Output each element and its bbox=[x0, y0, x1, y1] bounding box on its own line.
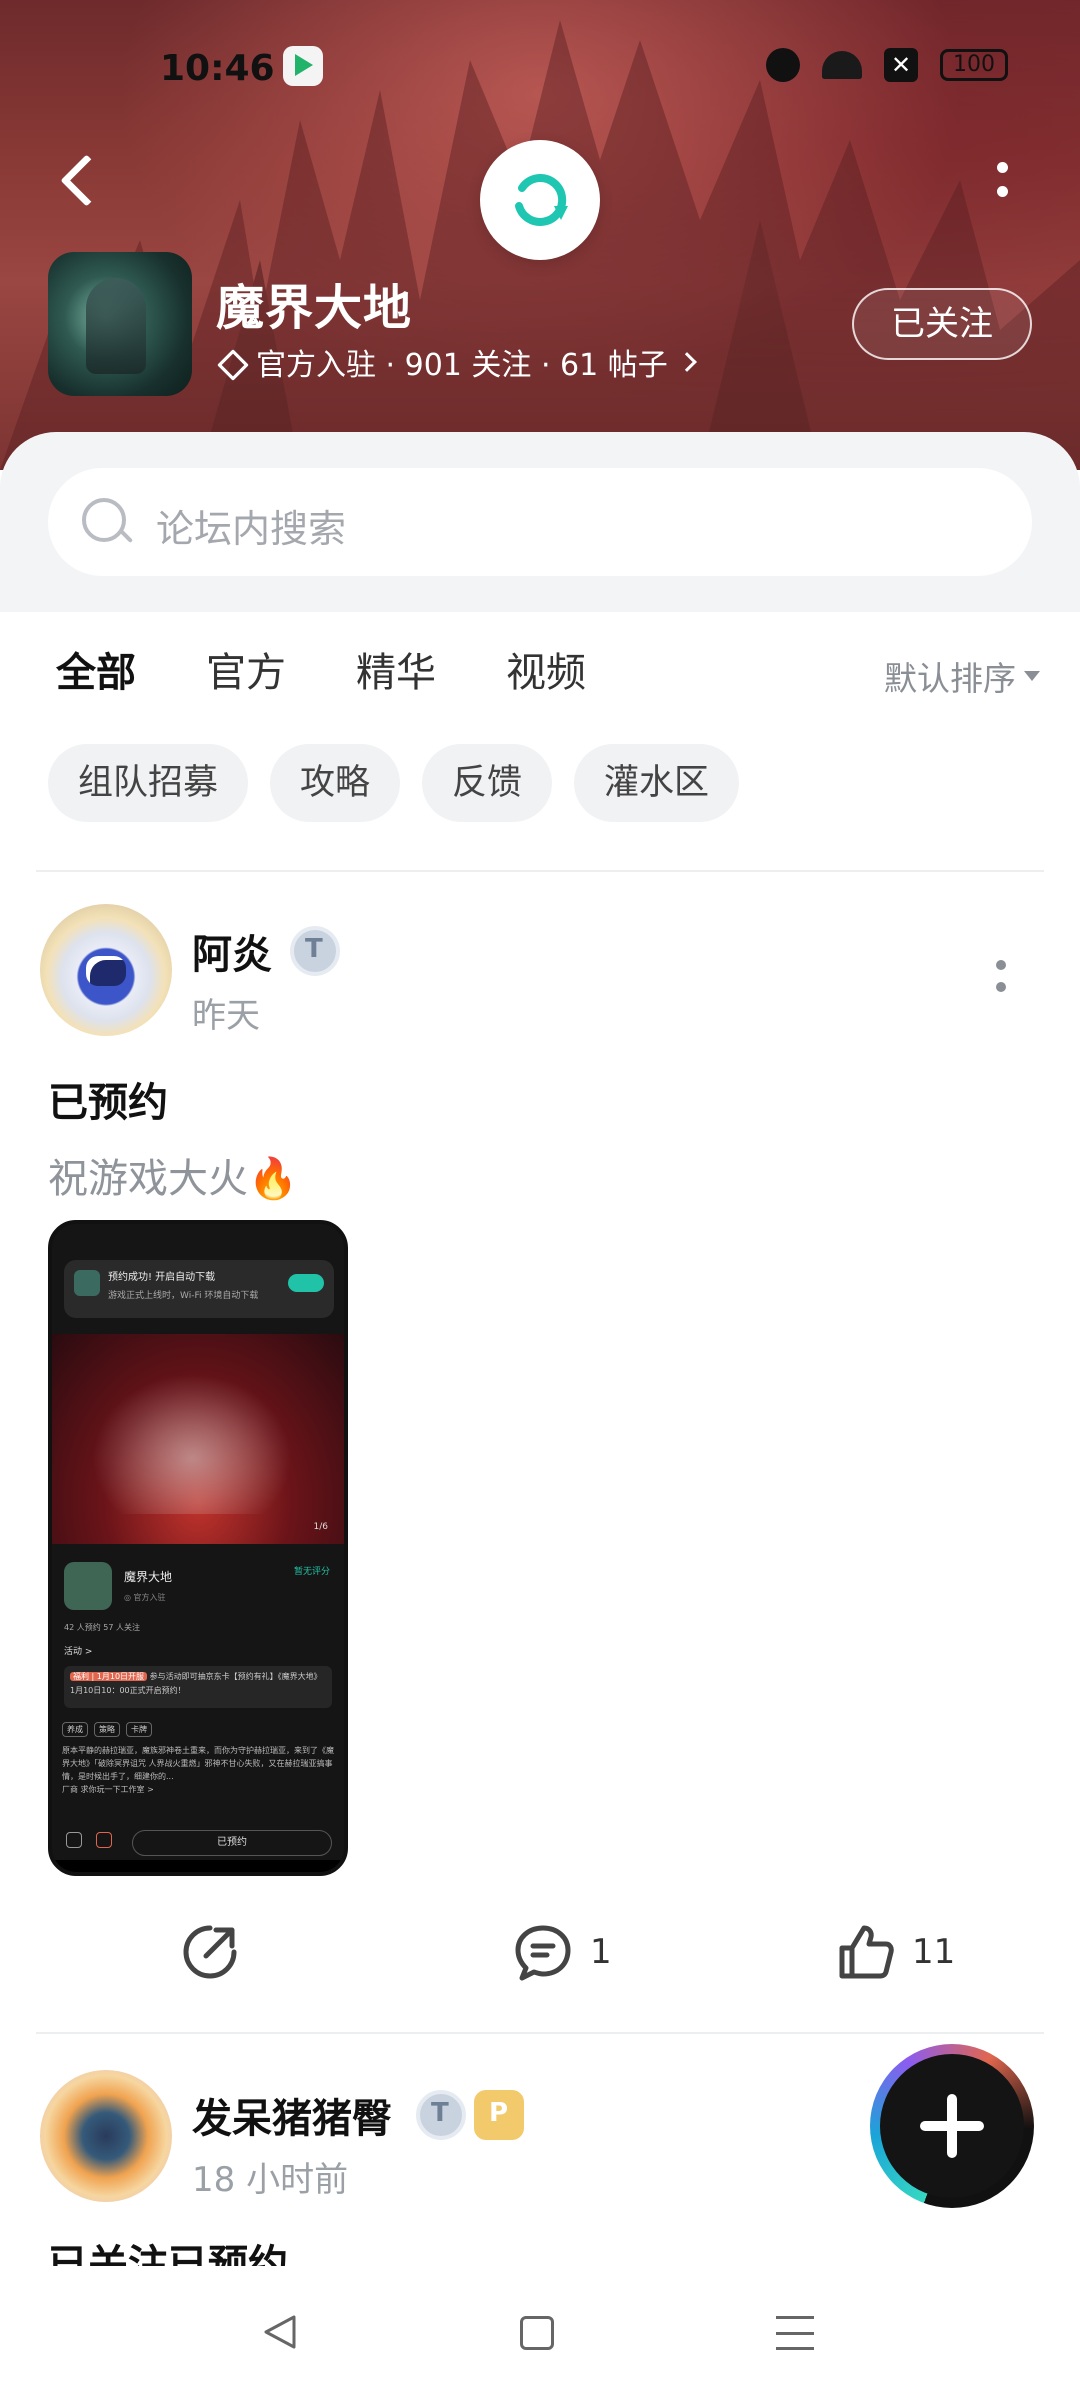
divider bbox=[36, 2032, 1044, 2034]
avatar[interactable] bbox=[40, 2070, 172, 2202]
thumb-page-indicator: 1/6 bbox=[313, 1522, 328, 1532]
thumb-banner: 福利 | 1月10日开服 参与活动即可抽京东卡【预约有礼】《魔界大地》1月10日… bbox=[64, 1666, 332, 1708]
like-count: 11 bbox=[912, 1932, 956, 1972]
divider bbox=[36, 870, 1044, 872]
forum-meta-text: 官方入驻 · 901 关注 · 61 帖子 bbox=[256, 348, 668, 383]
comment-count: 1 bbox=[590, 1932, 612, 1972]
create-post-button[interactable] bbox=[870, 2044, 1034, 2208]
search-placeholder: 论坛内搜索 bbox=[156, 507, 347, 551]
like-button[interactable]: 11 bbox=[836, 1912, 955, 1992]
chip-chat[interactable]: 灌水区 bbox=[574, 744, 740, 822]
search-panel: 论坛内搜索 bbox=[0, 432, 1080, 612]
sort-label: 默认排序 bbox=[884, 659, 1016, 698]
share-icon bbox=[183, 1925, 237, 1979]
chevron-right-icon bbox=[676, 352, 697, 372]
thumb-tag: 养成 bbox=[62, 1722, 88, 1737]
thumb-desc-text: 原本平静的赫拉瑞亚，魔族邪神卷土重来，而你为守护赫拉瑞亚，来到了《魔界大地》「破… bbox=[62, 1746, 334, 1781]
plus-icon bbox=[920, 2094, 984, 2158]
follow-button[interactable]: 已关注 bbox=[852, 288, 1032, 360]
share-button[interactable] bbox=[180, 1912, 240, 1992]
post-time: 昨天 bbox=[192, 996, 260, 1036]
thumb-tags: 养成 策略 卡牌 bbox=[62, 1722, 152, 1737]
thumb-toast-sub: 游戏正式上线时，Wi-Fi 环境自动下载 bbox=[108, 1291, 259, 1301]
refresh-button[interactable] bbox=[480, 140, 600, 260]
chip-guide[interactable]: 攻略 bbox=[270, 744, 401, 822]
tab-official[interactable]: 官方 bbox=[206, 640, 286, 698]
more-options-icon[interactable] bbox=[990, 160, 1014, 200]
sort-dropdown[interactable]: 默认排序 bbox=[884, 652, 1040, 700]
post-title: 已关注已预约 bbox=[48, 2242, 288, 2266]
forum-logo bbox=[48, 252, 192, 396]
thumb-game-name: 魔界大地 bbox=[124, 1570, 173, 1584]
thumb-game-info: 魔界大地 ◎ 官方入驻 暂无评分 42 人预约 57 人关注 活动 > 福利 |… bbox=[60, 1556, 336, 1708]
comment-button[interactable]: 1 bbox=[512, 1912, 612, 1992]
post-author[interactable]: 发呆猪猪臀 bbox=[192, 2086, 392, 2144]
avatar[interactable] bbox=[40, 904, 172, 1036]
thumb-bottom-bar: 已预约 bbox=[52, 1824, 344, 1864]
thumb-activity: 活动 > bbox=[64, 1647, 93, 1657]
nav-back-icon[interactable] bbox=[262, 2314, 298, 2350]
nav-home-icon[interactable] bbox=[520, 2316, 554, 2350]
tab-featured[interactable]: 精华 bbox=[356, 640, 436, 698]
wifi-icon bbox=[822, 51, 862, 79]
back-icon[interactable] bbox=[56, 150, 104, 214]
search-input[interactable]: 论坛内搜索 bbox=[48, 468, 1032, 576]
battery-icon: 100 bbox=[940, 49, 1008, 81]
level-badge-icon bbox=[290, 926, 340, 976]
diamond-icon bbox=[216, 349, 246, 375]
post-time: 18 小时前 bbox=[192, 2160, 349, 2200]
thumb-stats: 42 人预约 57 人关注 bbox=[64, 1623, 140, 1632]
thumb-reserved-button: 已预约 bbox=[132, 1830, 332, 1856]
forum-meta[interactable]: 官方入驻 · 901 关注 · 61 帖子 bbox=[216, 340, 697, 384]
post-title: 已预约 bbox=[48, 1080, 168, 1126]
thumb-score: 暂无评分 bbox=[293, 1567, 330, 1577]
post-title-clip: 已关注已预约 bbox=[0, 2228, 1080, 2266]
refresh-icon bbox=[515, 173, 568, 226]
post-more-icon[interactable] bbox=[996, 960, 1008, 1000]
post-actions: 1 11 bbox=[0, 1912, 1080, 1992]
thumbs-up-icon bbox=[839, 1925, 894, 1979]
forum-header: 10:46 ✕ 100 魔界大地 官方入驻 · 901 关注 · 61 帖子 已… bbox=[0, 0, 1080, 470]
thumb-toast-title: 预约成功! 开启自动下载 bbox=[108, 1272, 216, 1283]
thumb-toggle bbox=[288, 1274, 324, 1292]
thumb-nav-bar bbox=[52, 1860, 344, 1872]
thumb-chat-icon bbox=[66, 1832, 82, 1848]
post-image[interactable]: 预约成功! 开启自动下载 游戏正式上线时，Wi-Fi 环境自动下载 1/6 魔界… bbox=[48, 1220, 348, 1876]
alarm-icon bbox=[766, 48, 800, 82]
thumb-artwork bbox=[52, 1334, 344, 1544]
sim-off-icon: ✕ bbox=[884, 48, 918, 82]
comment-icon bbox=[515, 1925, 571, 1981]
status-time: 10:46 bbox=[160, 48, 275, 89]
thumb-tag: 策略 bbox=[94, 1722, 120, 1737]
category-chips: 组队招募 攻略 反馈 灌水区 bbox=[48, 744, 740, 822]
forum-title: 魔界大地 bbox=[216, 280, 413, 336]
thumb-game-logo bbox=[64, 1562, 112, 1610]
post-body: 祝游戏大火🔥 bbox=[48, 1156, 298, 1202]
thumb-toast: 预约成功! 开启自动下载 游戏正式上线时，Wi-Fi 环境自动下载 bbox=[64, 1260, 334, 1318]
post-author[interactable]: 阿炎 bbox=[192, 922, 272, 980]
thumb-description: 原本平静的赫拉瑞亚，魔族邪神卷土重来，而你为守护赫拉瑞亚，来到了《魔界大地》「破… bbox=[62, 1744, 334, 1796]
points-badge-icon bbox=[474, 2090, 524, 2140]
app-notification-icon bbox=[283, 46, 323, 86]
system-nav-bar bbox=[0, 2266, 1080, 2400]
thumb-ad: 厂商 求你玩一下工作室 > bbox=[62, 1785, 154, 1794]
tab-video[interactable]: 视频 bbox=[506, 640, 586, 698]
thumb-tag: 卡牌 bbox=[126, 1722, 152, 1737]
caret-down-icon bbox=[1024, 671, 1040, 681]
thumb-banner-tag: 福利 | 1月10日开服 bbox=[70, 1672, 148, 1681]
thumb-game-sub: ◎ 官方入驻 bbox=[124, 1593, 166, 1602]
status-bar: 10:46 ✕ 100 bbox=[0, 40, 1080, 100]
chip-feedback[interactable]: 反馈 bbox=[422, 744, 553, 822]
search-icon bbox=[80, 496, 134, 550]
tab-all[interactable]: 全部 bbox=[56, 640, 136, 702]
thumb-game-icon bbox=[74, 1270, 100, 1296]
nav-recents-icon[interactable] bbox=[776, 2316, 814, 2350]
tab-bar: 全部 官方 精华 视频 bbox=[56, 640, 586, 702]
level-badge-icon bbox=[416, 2090, 466, 2140]
status-icons: ✕ 100 bbox=[766, 48, 1008, 82]
chip-team-recruit[interactable]: 组队招募 bbox=[48, 744, 249, 822]
thumb-gift-icon bbox=[96, 1832, 112, 1848]
